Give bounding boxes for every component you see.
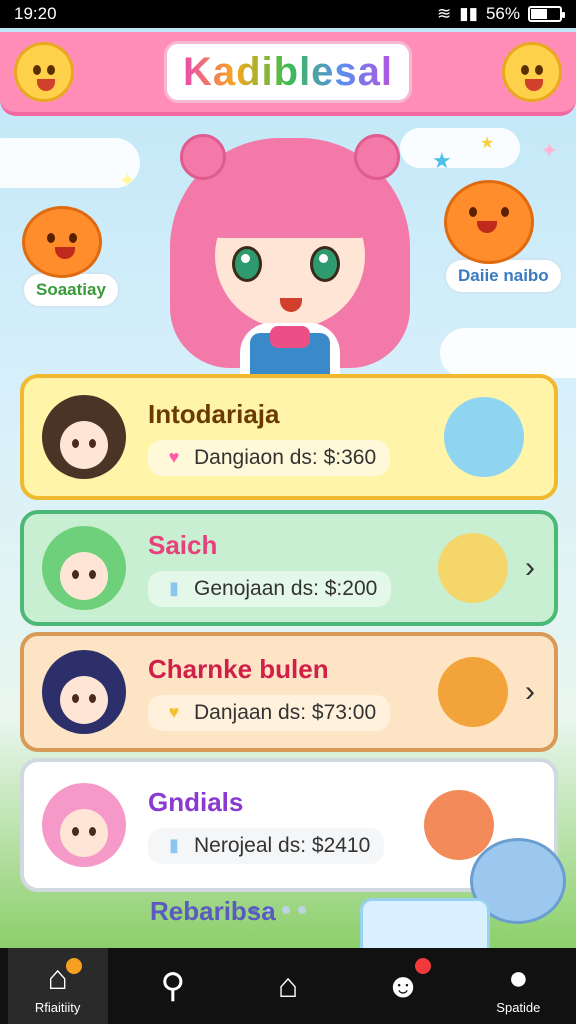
wifi-icon: ≋	[437, 4, 452, 23]
card-avatar	[42, 650, 126, 734]
house-outline-icon: ⌂	[277, 967, 299, 1005]
heart-icon: ♥	[168, 447, 180, 467]
profile-icon: ●	[508, 958, 529, 997]
card-subtitle: Nerojeal ds: $2410	[194, 833, 371, 857]
orange-mascot-icon	[444, 180, 534, 264]
home-icon: ⌂	[47, 958, 68, 997]
card-title: Saich	[148, 529, 218, 560]
nav-item-chat[interactable]: ☻	[353, 948, 453, 1024]
peek-card-right[interactable]	[360, 898, 490, 948]
card-title: Intodariaja	[148, 398, 280, 429]
star-icon: ★	[480, 135, 495, 152]
card-subtitle: Danjaan ds: $73:00	[194, 700, 377, 724]
left-side-character: Soaatiay	[22, 206, 120, 308]
sparkle-icon: ✦	[540, 138, 559, 163]
left-speech-label: Soaatiay	[22, 272, 120, 308]
card-subtitle: Dangiaon ds: $:360	[194, 445, 377, 469]
left-mascot-icon[interactable]	[14, 42, 74, 102]
nav-item-home[interactable]: ⌂ Rfiaitiity	[7, 948, 108, 1024]
status-bar: 19:20 ≋ ▮▮ 56%	[0, 0, 576, 28]
hero-character	[170, 128, 410, 378]
category-card-2[interactable]: Charnke bulen ♥ Danjaan ds: $73:00 ›	[20, 632, 558, 752]
nav-label: Spatide	[496, 999, 541, 1015]
main-scene: Kadiblesal ✦ ★ ★ ✦ Soaatiay Daiie naibo …	[0, 28, 576, 948]
status-icons: ≋ ▮▮ 56%	[437, 4, 565, 24]
category-card-1[interactable]: Saich ▮ Genojaan ds: $:200 ›	[20, 510, 558, 626]
card-price-pill: ♥ Dangiaon ds: $:360	[148, 439, 391, 476]
chevron-right-icon[interactable]: ›	[516, 551, 544, 585]
card-avatar	[42, 783, 126, 867]
status-time: 19:20	[14, 4, 57, 23]
nav-item-house[interactable]: ⌂	[238, 948, 338, 1024]
chevron-right-icon[interactable]: ›	[516, 675, 544, 709]
battery-icon	[528, 6, 565, 22]
battery-percent: 56%	[485, 4, 520, 23]
badge-icon: ▮	[169, 835, 179, 855]
star-icon: ★	[432, 148, 452, 173]
orange-mascot-icon	[22, 206, 102, 278]
card-right-avatar	[438, 657, 508, 727]
sparkle-icon: ✦	[118, 168, 137, 193]
notification-badge	[415, 958, 432, 974]
notification-badge	[65, 958, 82, 974]
card-title: Charnke bulen	[148, 653, 329, 684]
card-avatar	[42, 395, 126, 479]
card-subtitle: Genojaan ds: $:200	[194, 576, 378, 600]
card-right-avatar	[444, 397, 524, 477]
chat-icon: ☻	[385, 967, 422, 1005]
card-price-pill: ▮ Genojaan ds: $:200	[148, 570, 392, 607]
nav-item-profile[interactable]: ● Spatide	[468, 948, 568, 1024]
right-side-character: Daiie naibo	[444, 180, 563, 294]
peek-card[interactable]: Rebaribsa	[150, 896, 360, 927]
app-header: Kadiblesal	[0, 32, 576, 116]
right-mascot-icon[interactable]	[501, 42, 562, 102]
signal-icon: ▮▮	[459, 4, 478, 23]
right-speech-label: Daiie naibo	[444, 258, 563, 294]
nav-item-search[interactable]: ⚲	[123, 948, 223, 1024]
peek-card-title: Rebaribsa	[150, 896, 276, 926]
card-avatar	[42, 526, 126, 610]
app-title: Kadiblesal	[182, 49, 394, 94]
card-right-avatar	[438, 533, 508, 603]
search-icon: ⚲	[160, 967, 186, 1005]
card-title: Gndials	[148, 786, 244, 817]
card-price-pill: ♥ Danjaan ds: $73:00	[148, 694, 391, 731]
heart-icon: ♥	[168, 702, 180, 722]
card-price-pill: ▮ Nerojeal ds: $2410	[148, 827, 385, 864]
badge-icon: ▮	[169, 578, 179, 598]
bottom-nav: ⌂ Rfiaitiity ⚲ ⌂ ☻ ● Spatide	[0, 948, 576, 1024]
nav-label: Rfiaitiity	[34, 999, 81, 1015]
app-logo: Kadiblesal	[163, 41, 413, 103]
category-card-0[interactable]: Intodariaja ♥ Dangiaon ds: $:360	[20, 374, 558, 500]
